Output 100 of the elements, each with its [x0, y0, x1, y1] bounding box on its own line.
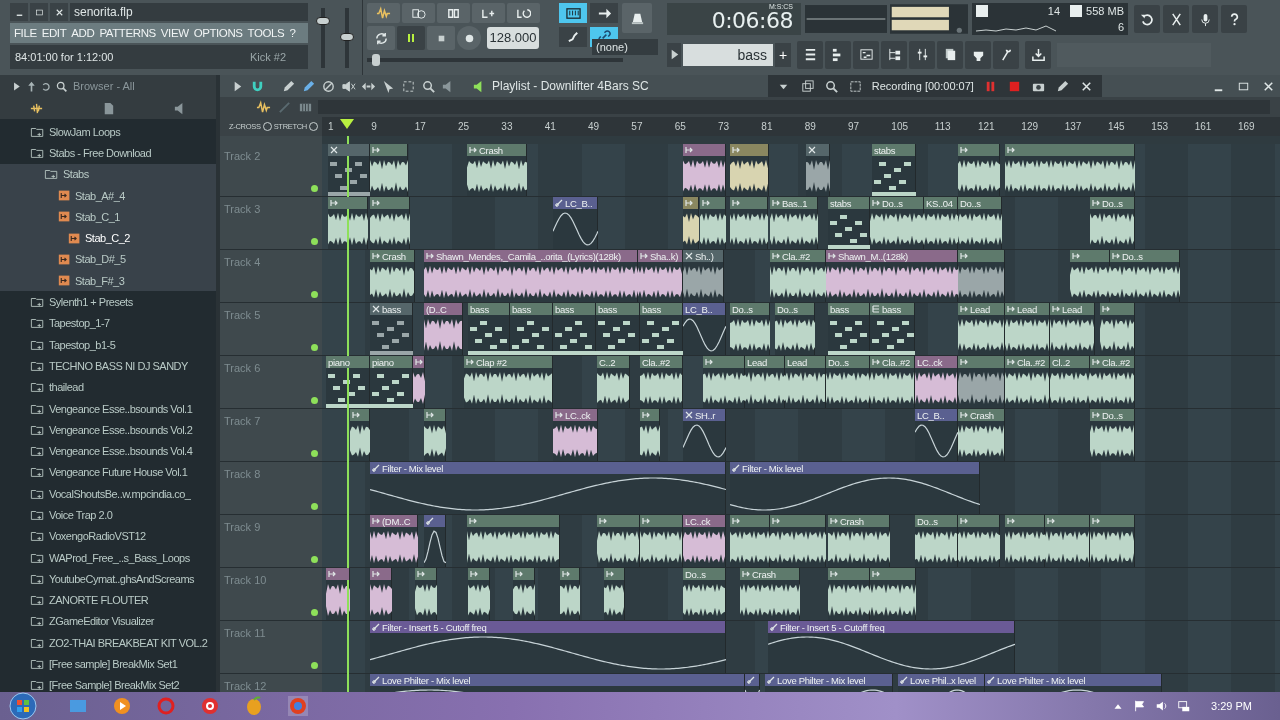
browser-item[interactable]: Stabs — [0, 163, 216, 185]
browser-item[interactable]: WAProd_Free_..s_Bass_Loops — [0, 546, 216, 569]
track-name[interactable]: Track 2 — [224, 150, 261, 162]
playlist-clip[interactable]: Do..s — [1090, 409, 1135, 461]
browser-item[interactable]: Tapestop_1-7 — [0, 312, 216, 334]
browser-item[interactable]: Stab_C_2 — [0, 227, 216, 249]
playlist-clip[interactable]: Sha..k) — [638, 250, 683, 302]
playlist-clip[interactable]: Clap #2 — [464, 356, 553, 408]
playlist-clip[interactable]: Shawn_Mendes,_Camila_..orita_(Lyrics)(128k) — [424, 250, 638, 302]
playlist-clip[interactable]: LC_B.. — [915, 409, 958, 461]
playlist-clip[interactable]: Cla..#2 — [1090, 356, 1135, 408]
playlist-clip[interactable]: piano — [326, 356, 370, 408]
track-name[interactable]: Track 5 — [224, 309, 261, 321]
playlist-clip[interactable]: stabs — [872, 144, 916, 196]
menu-item[interactable]: PATTERNS — [99, 27, 156, 39]
playlist-clip[interactable]: Crash — [958, 409, 1005, 461]
browser-item[interactable]: Vengeance Esse..bsounds Vol.4 — [0, 440, 216, 462]
playlist-clip[interactable]: LC_B.. — [683, 303, 726, 355]
playlist-clip[interactable]: Do..s — [915, 515, 958, 567]
browser-item[interactable]: VoxengoRadioVST12 — [0, 525, 216, 547]
playlist-clip[interactable]: Sh..) — [683, 250, 724, 302]
taskbar-clock[interactable]: 3:29 PM — [1211, 700, 1252, 712]
playlist-clip[interactable]: Crash — [467, 144, 527, 196]
add-pattern-button[interactable]: + — [775, 42, 791, 67]
browser-item[interactable]: [Free Sample] BreakMix Set2 — [0, 674, 216, 692]
browser-item[interactable]: Vengeance Esse..bsounds Vol.1 — [0, 397, 216, 420]
playlist-clip[interactable]: stabs — [828, 197, 870, 249]
menu-item[interactable]: ADD — [71, 27, 95, 39]
tempo-display[interactable]: 128.000 — [487, 27, 539, 49]
playlist-clip[interactable]: Cla..#2 — [770, 250, 826, 302]
menu-item[interactable]: OPTIONS — [193, 27, 243, 39]
track-name[interactable]: Track 3 — [224, 203, 261, 215]
playlist-clip[interactable]: Filter - Mix level — [730, 462, 980, 514]
snap-dropdown[interactable]: (none) — [592, 39, 658, 55]
browser-item[interactable]: TECHNO BASS NI DJ SANDY — [0, 355, 216, 377]
playlist-clip[interactable]: Lead — [745, 356, 785, 408]
playlist-clip[interactable]: Crash — [828, 515, 890, 567]
playlist-clip[interactable]: piano — [370, 356, 413, 408]
playlist-clip[interactable]: Lead — [958, 303, 1005, 355]
playlist-clip[interactable]: Shawn_M..(128k) — [826, 250, 958, 302]
playlist-clip[interactable]: Lead — [785, 356, 826, 408]
track-name[interactable]: Track 4 — [224, 256, 261, 268]
playlist-clip[interactable]: Bas..1 — [770, 197, 818, 249]
menu-item[interactable]: VIEW — [160, 27, 189, 39]
pattern-selector[interactable]: bass — [683, 43, 773, 66]
menu-item[interactable]: ? — [289, 27, 296, 39]
playlist-clip[interactable]: Do..s — [958, 197, 1002, 249]
browser-item[interactable]: Stab_F#_3 — [0, 270, 216, 292]
playlist-clip[interactable]: Crash — [370, 250, 415, 302]
playlist-clip[interactable]: bass — [828, 303, 870, 355]
playlist-clip[interactable]: Cla..#2 — [640, 356, 683, 408]
browser-item[interactable]: Tapestop_b1-5 — [0, 333, 216, 356]
playlist-clip[interactable]: KS..04 — [924, 197, 958, 249]
menu-item[interactable]: EDIT — [41, 27, 67, 39]
playlist-clip[interactable]: Do..s — [870, 197, 924, 249]
playlist-clip[interactable]: (DM..C — [370, 515, 418, 567]
playlist-clip[interactable]: LC..ck — [915, 356, 958, 408]
browser-item[interactable]: [Free sample] BreakMix Set1 — [0, 653, 216, 675]
track-name[interactable]: Track 12 — [224, 680, 267, 692]
playlist-clip[interactable]: bass — [870, 303, 915, 355]
playlist-clip[interactable]: Do..s — [683, 568, 726, 620]
playlist-clip[interactable]: Do..s — [775, 303, 815, 355]
playlist-clip[interactable]: Cla..#2 — [870, 356, 915, 408]
browser-item[interactable]: Stabs - Free Download — [0, 142, 216, 164]
browser-item[interactable]: ZGameEditor Visualizer — [0, 610, 216, 633]
track-name[interactable]: Track 10 — [224, 574, 267, 586]
playlist-clip[interactable]: bass — [553, 303, 596, 355]
playlist-clip[interactable]: Do..s — [730, 303, 770, 355]
playlist-clip[interactable]: Love Phil..x level — [898, 674, 985, 692]
menu-item[interactable]: FILE — [14, 27, 37, 39]
playlist-clip[interactable]: Love Philter - Mix level — [985, 674, 1162, 692]
browser-item[interactable]: Stab_C_1 — [0, 206, 216, 228]
playlist-clip[interactable]: Do..s — [1110, 250, 1180, 302]
browser-item[interactable]: Voice Trap 2.0 — [0, 504, 216, 526]
playlist-clip[interactable]: Love Philter - Mix level — [765, 674, 893, 692]
playlist-clip[interactable]: Filter - Insert 5 - Cutoff freq — [370, 621, 726, 673]
track-name[interactable]: Track 8 — [224, 468, 261, 480]
track-name[interactable]: Track 11 — [224, 627, 266, 639]
playlist-clip[interactable]: LC_B.. — [553, 197, 598, 249]
browser-item[interactable]: Sylenth1 + Presets — [0, 291, 216, 313]
track-name[interactable]: Track 7 — [224, 415, 261, 427]
playlist-clip[interactable]: (D..C — [424, 303, 463, 355]
browser-item[interactable]: SlowJam Loops — [0, 121, 216, 143]
browser-item[interactable]: Stab_A#_4 — [0, 184, 216, 207]
playlist-clip[interactable]: Lead — [1050, 303, 1095, 355]
playlist-clip[interactable]: LC..ck — [683, 515, 726, 567]
browser-item[interactable]: VocalShoutsBe..w.mpcindia.co_ — [0, 483, 216, 505]
browser-item[interactable]: Vengeance Esse..bsounds Vol.2 — [0, 419, 216, 441]
playlist-clip[interactable]: bass — [370, 303, 413, 355]
timeline-ruler[interactable]: 1 9 17 25 33 41 49 57 65 73 81 89 97 105 113 121 129 137 145 153 161 169 — [322, 117, 1280, 136]
playlist-clip[interactable]: Crash — [740, 568, 800, 620]
playlist-clip[interactable]: SH..r — [683, 409, 726, 461]
browser-item[interactable]: ZANORTE FLOUTER — [0, 589, 216, 611]
playlist-clip[interactable]: bass — [510, 303, 553, 355]
browser-item[interactable]: Vengeance Future House Vol.1 — [0, 461, 216, 484]
playlist-clip[interactable]: Cl..2 — [1050, 356, 1090, 408]
playlist-clip[interactable]: Filter - Mix level — [370, 462, 726, 514]
playlist-clip[interactable]: Lead — [1005, 303, 1050, 355]
playlist-clip[interactable]: Love Philter - Mix level — [370, 674, 745, 692]
playlist-clip[interactable]: bass — [596, 303, 640, 355]
